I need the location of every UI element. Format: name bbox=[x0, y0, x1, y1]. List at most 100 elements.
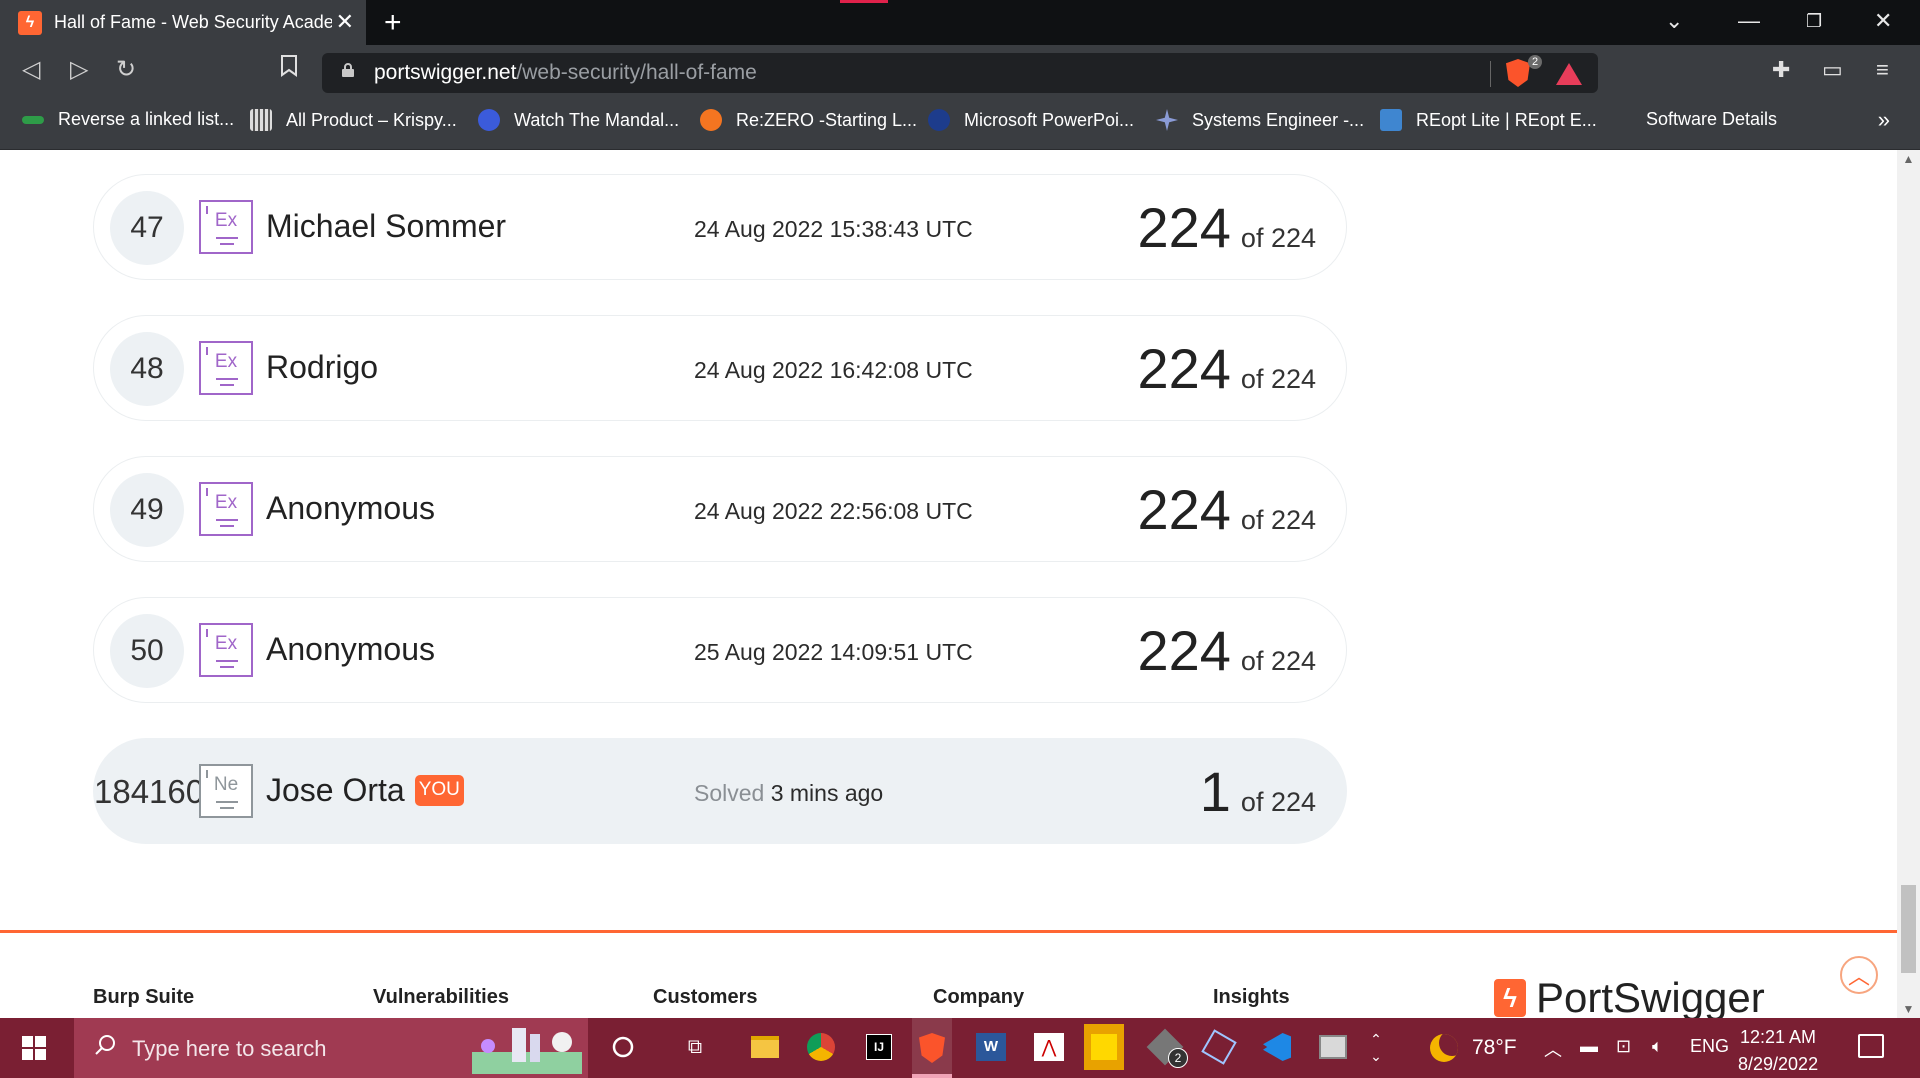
back-icon[interactable]: ◁ bbox=[22, 55, 40, 84]
portswigger-logo[interactable]: ϟ PortSwigger bbox=[1494, 974, 1765, 1018]
package-app-icon[interactable] bbox=[1316, 1030, 1350, 1064]
taskbar-scroll-icon[interactable]: ⌃ ⌄ bbox=[1366, 1024, 1386, 1072]
scroll-up-arrow-icon[interactable]: ▲ bbox=[1897, 152, 1920, 166]
cortana-icon[interactable] bbox=[606, 1030, 640, 1064]
footer-link-vulnerabilities[interactable]: Vulnerabilities bbox=[373, 986, 509, 1009]
portswigger-logo-icon: ϟ bbox=[1494, 979, 1526, 1017]
acrobat-icon[interactable]: ⋀ bbox=[1032, 1030, 1066, 1064]
footer-link-customers[interactable]: Customers bbox=[653, 986, 757, 1009]
navigation-bar: ◁ ▷ ↻ portswigger.net/web-security/hall-… bbox=[0, 45, 1920, 95]
active-app-indicator bbox=[912, 1074, 952, 1078]
leaderboard-row: 49 Ex Anonymous 24 Aug 2022 22:56:08 UTC… bbox=[93, 456, 1347, 562]
temperature: 78°F bbox=[1472, 1036, 1517, 1059]
file-explorer-icon[interactable] bbox=[748, 1030, 782, 1064]
solved-when: 3 mins ago bbox=[770, 780, 884, 806]
more-bookmarks-icon[interactable]: » bbox=[1878, 107, 1890, 133]
footer-link-company[interactable]: Company bbox=[933, 986, 1024, 1009]
bookmark-icon[interactable] bbox=[280, 55, 298, 84]
forward-icon[interactable]: ▷ bbox=[70, 55, 88, 84]
vpn-app-icon[interactable]: 2 bbox=[1146, 1028, 1188, 1068]
close-window-button[interactable]: ✕ bbox=[1874, 8, 1892, 34]
new-tab-button[interactable]: + bbox=[384, 6, 402, 40]
tab-bar: ϟ Hall of Fame - Web Security Academy ✕ … bbox=[0, 0, 1920, 45]
tab-search-chevron-icon[interactable]: ⌄ bbox=[1665, 8, 1683, 34]
play-icon bbox=[478, 109, 500, 131]
expert-level-icon: Ex bbox=[199, 341, 253, 395]
menu-icon[interactable]: ≡ bbox=[1876, 57, 1889, 83]
solved-count: 224 bbox=[1137, 196, 1231, 259]
rank-badge: 184160 bbox=[94, 773, 205, 810]
rank-badge: 50 bbox=[110, 614, 184, 688]
brave-shield-icon[interactable] bbox=[1506, 59, 1530, 87]
total-count: of 224 bbox=[1240, 787, 1316, 817]
address-bar[interactable]: portswigger.net/web-security/hall-of-fam… bbox=[322, 53, 1598, 93]
shield-count-badge: 2 bbox=[1528, 55, 1543, 69]
rank-badge: 48 bbox=[110, 332, 184, 406]
bookmark-item[interactable]: Systems Engineer -... bbox=[1156, 109, 1364, 131]
scroll-down-arrow-icon[interactable]: ▼ bbox=[1897, 1002, 1920, 1016]
solved-time: Solved 3 mins ago bbox=[694, 780, 883, 807]
weather-widget[interactable]: 78°F bbox=[1430, 1034, 1517, 1062]
volume-icon[interactable]: 🔈︎ bbox=[1652, 1036, 1663, 1057]
media-indicator bbox=[840, 0, 888, 3]
bookmark-item[interactable]: Microsoft PowerPoi... bbox=[928, 109, 1134, 131]
taskbar-search[interactable]: Type here to search bbox=[74, 1018, 588, 1078]
word-icon[interactable]: W bbox=[974, 1030, 1008, 1064]
footer-link-insights[interactable]: Insights bbox=[1213, 986, 1290, 1009]
bookmark-item[interactable]: Software Details bbox=[1646, 109, 1777, 130]
restore-button[interactable]: ❐ bbox=[1806, 11, 1822, 32]
footer-divider bbox=[0, 930, 1897, 933]
footer-link-burp-suite[interactable]: Burp Suite bbox=[93, 986, 194, 1009]
current-user-row: 184160 Ne Jose Orta YOU Solved 3 mins ago… bbox=[93, 738, 1347, 844]
extensions-icon[interactable]: ✚ bbox=[1772, 57, 1790, 83]
total-count: of 224 bbox=[1240, 364, 1316, 394]
reload-icon[interactable]: ↻ bbox=[116, 55, 136, 84]
brave-rewards-icon[interactable] bbox=[1556, 63, 1582, 85]
sticky-notes-icon[interactable] bbox=[1084, 1024, 1124, 1070]
bookmark-item[interactable]: Re:ZERO -Starting L... bbox=[700, 109, 917, 131]
bookmark-item[interactable]: Reverse a linked list... bbox=[22, 109, 234, 130]
notifications-icon[interactable] bbox=[1858, 1034, 1884, 1058]
bookmark-item[interactable]: Watch The Mandal... bbox=[478, 109, 679, 131]
logo-text: PortSwigger bbox=[1536, 974, 1765, 1018]
chrome-icon[interactable] bbox=[804, 1030, 838, 1064]
language-indicator[interactable]: ENG bbox=[1690, 1036, 1729, 1057]
bookmark-item[interactable]: REopt Lite | REopt E... bbox=[1380, 109, 1597, 131]
network-icon[interactable]: ⊡ bbox=[1616, 1036, 1631, 1057]
sparkle-icon bbox=[1156, 109, 1178, 131]
windows-start-icon[interactable] bbox=[22, 1036, 46, 1060]
show-hidden-icons-chevron-icon[interactable]: ︿ bbox=[1544, 1036, 1562, 1062]
nasa-icon bbox=[928, 109, 950, 131]
solved-count: 224 bbox=[1137, 337, 1231, 400]
scroll-to-top-button[interactable]: ︿ bbox=[1840, 956, 1878, 994]
vscode-icon[interactable] bbox=[1260, 1030, 1294, 1064]
page-scrollbar[interactable]: ▲ ▼ bbox=[1897, 150, 1920, 1018]
close-tab-icon[interactable]: ✕ bbox=[336, 9, 354, 35]
battery-icon[interactable]: ▬ bbox=[1580, 1036, 1598, 1057]
intellij-icon[interactable]: IJ bbox=[862, 1030, 896, 1064]
leaderboard-row: 47 Ex Michael Sommer 24 Aug 2022 15:38:4… bbox=[93, 174, 1347, 280]
user-name: Rodrigo bbox=[266, 349, 379, 385]
user-name: Anonymous bbox=[266, 631, 435, 667]
task-view-icon[interactable]: ⧉ bbox=[678, 1030, 712, 1064]
search-icon bbox=[95, 1035, 115, 1055]
minimize-button[interactable]: — bbox=[1738, 8, 1760, 34]
clock[interactable]: 12:21 AM 8/29/2022 bbox=[1738, 1024, 1818, 1078]
completion-date: 24 Aug 2022 16:42:08 UTC bbox=[694, 357, 973, 383]
scrollbar-thumb[interactable] bbox=[1901, 885, 1916, 973]
wallet-icon[interactable]: ▭ bbox=[1822, 57, 1843, 83]
score: 1 of 224 bbox=[1200, 759, 1316, 824]
completion-date: 25 Aug 2022 14:09:51 UTC bbox=[694, 639, 973, 665]
score: 224 of 224 bbox=[1137, 195, 1316, 260]
bookmark-item[interactable]: All Product – Krispy... bbox=[250, 109, 457, 131]
bookmarks-bar: Reverse a linked list... All Product – K… bbox=[0, 95, 1920, 150]
total-count: of 224 bbox=[1240, 505, 1316, 535]
expert-level-icon: Ex bbox=[199, 200, 253, 254]
url-text[interactable]: portswigger.net/web-security/hall-of-fam… bbox=[374, 61, 757, 85]
active-tab[interactable]: ϟ Hall of Fame - Web Security Academy ✕ bbox=[0, 0, 366, 45]
virtualbox-icon[interactable] bbox=[1201, 1029, 1237, 1065]
brave-taskbar-icon[interactable] bbox=[912, 1018, 952, 1078]
moon-icon bbox=[1430, 1034, 1458, 1062]
solved-label: Solved bbox=[694, 780, 765, 806]
score: 224 of 224 bbox=[1137, 477, 1316, 542]
